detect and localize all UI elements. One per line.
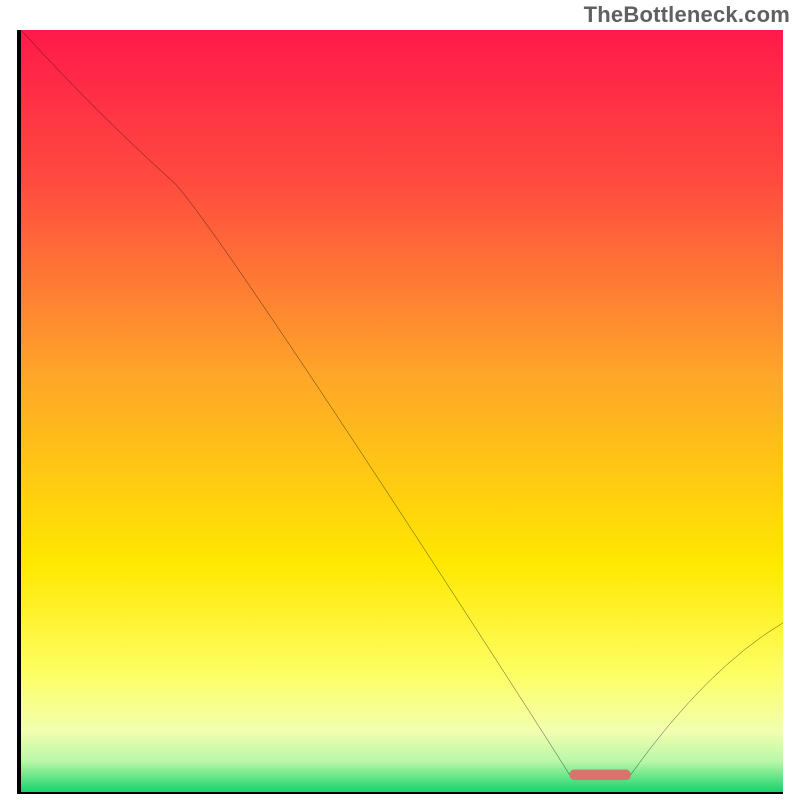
chart-overlay <box>21 30 783 790</box>
chart-container: TheBottleneck.com <box>0 0 800 800</box>
plot-frame <box>17 30 783 794</box>
optimal-range-marker <box>570 769 631 780</box>
attribution-label: TheBottleneck.com <box>584 2 790 28</box>
bottleneck-curve <box>21 30 783 775</box>
